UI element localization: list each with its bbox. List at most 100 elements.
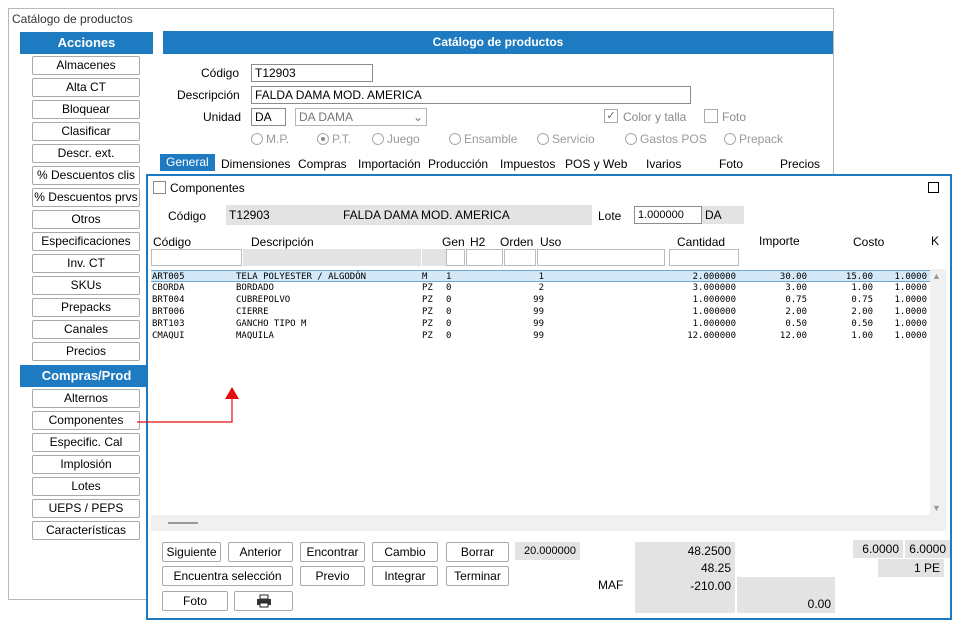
radio-label: Ensamble xyxy=(464,132,518,146)
tab-ivarios[interactable]: Ivarios xyxy=(646,157,681,171)
acciones-button-13[interactable]: Precios xyxy=(32,342,140,361)
acciones-button-7[interactable]: Otros xyxy=(32,210,140,229)
radio-label: Servicio xyxy=(552,132,595,146)
table-cell: PZ xyxy=(422,295,433,305)
tab-compras[interactable]: Compras xyxy=(298,157,347,171)
table-cell: 1.000000 xyxy=(692,319,736,329)
table-cell: 3.00 xyxy=(785,283,807,293)
horizontal-scrollbar[interactable] xyxy=(151,515,946,531)
radio-icon xyxy=(317,133,329,145)
descripcion-label: Descripción xyxy=(177,88,240,102)
tab-foto[interactable]: Foto xyxy=(719,157,743,171)
codigo-input[interactable]: T12903 xyxy=(251,64,373,82)
radio-pt[interactable]: P.T. xyxy=(317,132,351,146)
radio-gastos-pos[interactable]: Gastos POS xyxy=(625,132,707,146)
encontrar-button[interactable]: Encontrar xyxy=(300,542,365,562)
col-k: K xyxy=(931,234,940,248)
acciones-button-6[interactable]: % Descuentos prvs xyxy=(32,188,140,207)
panel-checkbox[interactable] xyxy=(153,181,166,194)
scroll-thumb[interactable] xyxy=(168,522,198,524)
radio-ensamble[interactable]: Ensamble xyxy=(449,132,517,146)
grand-total: 0.00 xyxy=(737,595,835,613)
table-cell: CUBREPOLVO xyxy=(236,295,291,305)
table-cell: PZ xyxy=(422,307,433,317)
unidad-input[interactable]: DA xyxy=(251,108,286,126)
foto-checkbox[interactable] xyxy=(704,109,718,123)
foto-button[interactable]: Foto xyxy=(162,591,228,611)
table-cell: 0 xyxy=(446,295,452,305)
color-talla-checkbox[interactable]: ✓ xyxy=(604,109,618,123)
acciones-button-8[interactable]: Especificaciones xyxy=(32,232,140,251)
tab-produccion[interactable]: Producción xyxy=(428,157,488,171)
compras-button-1[interactable]: Componentes xyxy=(32,411,140,430)
radio-prepack[interactable]: Prepack xyxy=(724,132,783,146)
tab-pos-web[interactable]: POS y Web xyxy=(565,157,627,171)
acciones-button-2[interactable]: Bloquear xyxy=(32,100,140,119)
table-row[interactable]: BRT006 CIERRE PZ 0 99 1.000000 2.00 2.00 1.0000 xyxy=(151,306,930,318)
vertical-scrollbar[interactable]: ▲ ▼ xyxy=(930,269,946,515)
filter-gen[interactable] xyxy=(446,249,465,266)
scroll-down-icon[interactable]: ▼ xyxy=(932,503,941,513)
filter-uso[interactable] xyxy=(537,249,665,266)
table-cell: 3.000000 xyxy=(692,283,736,293)
scroll-up-icon[interactable]: ▲ xyxy=(932,271,941,281)
table-cell: 12.000000 xyxy=(687,331,736,341)
cambio-button[interactable]: Cambio xyxy=(372,542,438,562)
table-cell: GANCHO TIPO M xyxy=(236,319,307,329)
anterior-button[interactable]: Anterior xyxy=(228,542,293,562)
acciones-button-1[interactable]: Alta CT xyxy=(32,78,140,97)
compras-button-0[interactable]: Alternos xyxy=(32,389,140,408)
table-row[interactable]: BRT004 CUBREPOLVO PZ 0 99 1.000000 0.75 0.75 1.0… xyxy=(151,294,930,306)
terminar-button[interactable]: Terminar xyxy=(446,566,509,586)
acciones-button-3[interactable]: Clasificar xyxy=(32,122,140,141)
filter-codigo[interactable] xyxy=(151,249,242,266)
table-row[interactable]: CMAQUI MAQUILA PZ 0 99 12.000000 12.00 1.00 1.00… xyxy=(151,330,930,342)
previo-button[interactable]: Previo xyxy=(300,566,365,586)
maximize-icon[interactable] xyxy=(928,182,939,193)
unidad-label: Unidad xyxy=(203,110,242,124)
print-button[interactable] xyxy=(234,591,293,611)
table-row[interactable]: CBORDA BORDADO PZ 0 2 3.000000 3.00 1.00 1.0000 xyxy=(151,282,930,294)
radio-icon xyxy=(449,133,461,145)
tab-impuestos[interactable]: Impuestos xyxy=(500,157,555,171)
tab-importacion[interactable]: Importación xyxy=(358,157,421,171)
tab-general[interactable]: General xyxy=(160,154,215,171)
table-cell: BRT006 xyxy=(152,307,185,317)
acciones-button-11[interactable]: Prepacks xyxy=(32,298,140,317)
integrar-button[interactable]: Integrar xyxy=(372,566,438,586)
lote-input[interactable]: 1.000000 xyxy=(634,206,702,224)
radio-icon xyxy=(372,133,384,145)
acciones-button-4[interactable]: Descr. ext. xyxy=(32,144,140,163)
acciones-button-9[interactable]: Inv. CT xyxy=(32,254,140,273)
col-uso: Uso xyxy=(540,235,562,249)
filter-h2[interactable] xyxy=(466,249,503,266)
lote-unit: DA xyxy=(702,206,744,224)
right-value-2: 6.0000 xyxy=(905,540,950,558)
table-cell: CBORDA xyxy=(152,283,185,293)
acciones-button-10[interactable]: SKUs xyxy=(32,276,140,295)
compras-button-4[interactable]: Lotes xyxy=(32,477,140,496)
compras-button-2[interactable]: Especific. Cal xyxy=(32,433,140,452)
borrar-button[interactable]: Borrar xyxy=(446,542,509,562)
radio-juego[interactable]: Juego xyxy=(372,132,420,146)
table-row[interactable]: ART005 TELA POLYESTER / ALGODÓN M 1 1 2.00000… xyxy=(151,270,930,282)
radio-mp[interactable]: M.P. xyxy=(251,132,289,146)
compras-button-6[interactable]: Características xyxy=(32,521,140,540)
siguiente-button[interactable]: Siguiente xyxy=(162,542,221,562)
radio-servicio[interactable]: Servicio xyxy=(537,132,595,146)
table-cell: PZ xyxy=(422,331,433,341)
table-row[interactable]: BRT103 GANCHO TIPO M PZ 0 99 1.000000 0.50 0.50… xyxy=(151,318,930,330)
unidad-select[interactable]: DA DAMA ⌄ xyxy=(295,108,427,126)
descripcion-input[interactable]: FALDA DAMA MOD. AMERICA xyxy=(251,86,691,104)
compras-button-5[interactable]: UEPS / PEPS xyxy=(32,499,140,518)
compras-button-3[interactable]: Implosión xyxy=(32,455,140,474)
filter-cantidad[interactable] xyxy=(669,249,739,266)
filter-orden[interactable] xyxy=(504,249,536,266)
acciones-button-5[interactable]: % Descuentos clis xyxy=(32,166,140,185)
color-talla-label: Color y talla xyxy=(623,110,687,124)
tab-precios[interactable]: Precios xyxy=(780,157,820,171)
acciones-button-12[interactable]: Canales xyxy=(32,320,140,339)
acciones-button-0[interactable]: Almacenes xyxy=(32,56,140,75)
encuentra-seleccion-button[interactable]: Encuentra selección xyxy=(162,566,293,586)
tab-dimensiones[interactable]: Dimensiones xyxy=(221,157,290,171)
